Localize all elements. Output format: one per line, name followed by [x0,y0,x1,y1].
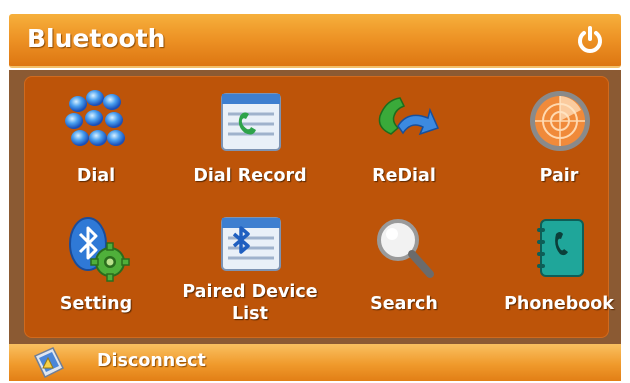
header-bar: Bluetooth [9,14,621,68]
pair-label: Pair [539,166,579,186]
power-icon[interactable] [575,25,605,55]
dial-record-label: Dial Record [193,166,307,186]
magnifier-icon [377,219,434,278]
pair-radar-icon [530,91,590,151]
phonebook-icon [537,219,584,277]
phonebook-button[interactable]: Phonebook [489,214,629,332]
search-label: Search [370,294,438,314]
redial-button[interactable]: ReDial [334,86,474,204]
paired-device-list-label-line2: List [232,304,268,324]
dial-button[interactable]: Dial [26,86,166,204]
redial-label: ReDial [372,166,436,186]
paired-device-list-label-line1: Paired Device [182,282,318,302]
paired-device-list-button[interactable]: Paired Device List [180,214,320,332]
bluetooth-screen: Bluetooth Dial Dial Record ReDial Pair S… [0,0,630,383]
disconnect-device-icon[interactable] [31,346,67,379]
setting-label: Setting [59,294,133,314]
dial-keypad-icon [65,90,125,146]
paired-device-list-icon [221,217,281,271]
dial-record-button[interactable]: Dial Record [180,86,320,204]
main-panel: Dial Dial Record ReDial Pair Setting Pai… [9,70,621,344]
disconnect-button[interactable]: Disconnect [97,351,206,371]
dial-record-icon [221,93,281,151]
page-title: Bluetooth [27,24,166,53]
phonebook-label: Phonebook [504,294,614,314]
function-grid: Dial Dial Record ReDial Pair Setting Pai… [24,76,614,338]
search-button[interactable]: Search [334,214,474,332]
footer-bar: Disconnect [9,344,621,381]
pair-button[interactable]: Pair [489,86,629,204]
dial-label: Dial [76,166,116,186]
setting-button[interactable]: Setting [26,214,166,332]
redial-icon [378,97,440,136]
bluetooth-gear-icon [69,217,130,282]
